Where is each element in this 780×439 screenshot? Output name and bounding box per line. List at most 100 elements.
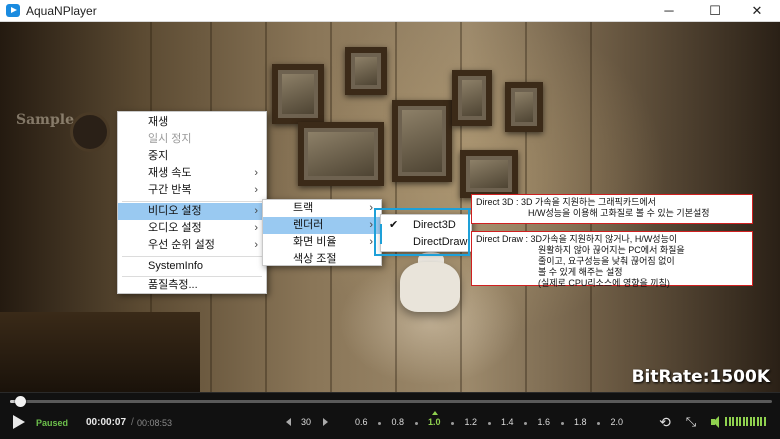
speed-option[interactable]: 1.8 [574,417,587,427]
playback-status: Paused [36,418,69,428]
annotation-line: 볼 수 있게 해주는 설정 [538,267,623,277]
speed-dot [597,422,600,425]
menu-item-system-info[interactable]: SystemInfo [118,258,266,275]
annotation-line: Direct Draw : 3D가속을 지원하지 않거나, H/W성능이 [476,234,678,244]
menu-item-label: 색상 조절 [293,253,337,265]
menu-item-label: 재생 속도 [148,167,192,179]
speed-dot [560,422,564,425]
menu-item-label: SystemInfo [148,260,204,272]
volume-segment [746,417,748,426]
annotation-direct3d: Direct 3D : 3D 가속을 지원하는 그래픽카드에서 H/W성능을 이… [471,194,753,224]
speed-dot [378,422,381,425]
chevron-right-icon: › [369,202,373,214]
speed-dot [451,422,454,425]
bitrate-overlay: BitRate:1500K [631,367,770,387]
time-separator: / [131,417,134,428]
seek-bar[interactable] [10,396,772,407]
annotation-line: 줄이고, 요구성능을 낮춰 끊어짐 없이 [538,256,675,266]
menu-item-priority-settings[interactable]: 우선 순위 설정 › [118,237,266,254]
volume-segment [763,417,766,426]
speed-option[interactable]: 0.8 [392,417,405,427]
menu-item-stop[interactable]: 중지 [118,148,266,165]
volume-segment [756,417,759,426]
annotation-directdraw: Direct Draw : 3D가속을 지원하지 않거나, H/W성능이 원활하… [471,231,753,288]
kettle [400,262,460,312]
context-menu: 재생 일시 정지 중지 재생 속도 › 구간 반복 › 비디오 설정 › 오디오 설정… [117,111,267,294]
chevron-right-icon: › [369,219,373,231]
volume-bar[interactable] [725,417,767,426]
speed-dot [414,422,418,425]
minimize-button[interactable]: ─ [646,0,692,22]
skip-forward-icon[interactable] [323,418,328,426]
wall-plank [395,22,397,392]
fullscreen-icon[interactable]: ⤡ [684,415,698,429]
menu-item-pause: 일시 정지 [118,131,266,148]
menu-item-playback-speed[interactable]: 재생 속도 › [118,165,266,182]
sample-watermark: Sample [16,112,75,128]
picture-frame [298,122,384,186]
speed-option[interactable]: 1.4 [501,417,514,427]
chevron-right-icon: › [254,167,258,179]
speed-option[interactable]: 1.2 [465,417,478,427]
speed-option[interactable]: 2.0 [611,417,624,427]
menu-item-label: 일시 정지 [148,133,192,145]
video-settings-submenu: 트랙 › 렌더러 › 화면 비율 › 색상 조절 [262,199,382,266]
menu-item-play[interactable]: 재생 [118,114,266,131]
volume-segment [728,417,731,426]
volume-segment [732,417,734,426]
menu-item-aspect-ratio[interactable]: 화면 비율 › [263,234,381,251]
volume-segment [749,417,752,426]
chevron-right-icon: › [254,205,258,217]
volume-segment [739,417,741,426]
speed-option[interactable]: 1.6 [538,417,551,427]
total-time: 00:08:53 [137,418,173,428]
speed-dot [524,422,527,425]
annotation-line: 원활하지 않아 끊어지는 PC에서 화질을 [538,245,685,255]
menu-item-quality-measure[interactable]: 품질측정... [118,277,266,294]
active-speed-marker [432,411,438,415]
connector-line [380,224,382,244]
speed-option[interactable]: 1.0 [428,417,441,427]
menu-item-label: 렌더러 [293,219,324,231]
menu-item-label: 우선 순위 설정 [148,239,215,251]
bookshelf [0,312,200,392]
volume-icon[interactable] [711,416,723,428]
chevron-right-icon: › [254,222,258,234]
picture-frame [460,150,518,198]
menu-item-color-adjust[interactable]: 색상 조절 [263,251,381,268]
volume-segment [760,417,762,426]
maximize-button[interactable]: ☐ [692,0,738,22]
speed-dot [487,422,491,425]
volume-segment [725,417,727,426]
picture-frame [505,82,543,132]
chevron-right-icon: › [254,239,258,251]
play-icon[interactable] [11,415,27,431]
picture-frame [452,70,492,126]
menu-separator [122,201,262,202]
window-title: AquaNPlayer [26,4,97,18]
seek-handle[interactable] [14,396,26,407]
app-logo-icon [6,4,20,17]
annotation-line: Direct 3D : 3D 가속을 지원하는 그래픽카드에서 [476,197,656,207]
wall-clock [70,112,110,152]
menu-separator [122,256,262,257]
speed-option[interactable]: 0.6 [355,417,368,427]
current-time: 00:00:07 [86,417,127,428]
menu-item-label: 트랙 [293,202,314,214]
menu-item-audio-settings[interactable]: 오디오 설정 › [118,220,266,237]
menu-item-renderer[interactable]: 렌더러 › [263,217,381,234]
annotation-line: (실제로 CPU리소스에 영향을 끼침) [538,278,670,288]
chevron-right-icon: › [254,184,258,196]
menu-item-track[interactable]: 트랙 › [263,200,381,217]
menu-item-label: 재생 [148,116,169,128]
close-button[interactable]: ✕ [734,0,780,22]
menu-item-label: 중지 [148,150,169,162]
repeat-icon[interactable]: ⟲ [656,415,674,429]
menu-item-label: 구간 반복 [148,184,192,196]
annotation-line: H/W성능을 이용해 고화질로 볼 수 있는 기본설정 [528,208,710,218]
skip-back-icon[interactable] [286,418,291,426]
volume-segment [753,417,755,426]
menu-item-section-repeat[interactable]: 구간 반복 › [118,182,266,199]
chevron-right-icon: › [369,236,373,248]
menu-item-video-settings[interactable]: 비디오 설정 › [118,203,266,220]
